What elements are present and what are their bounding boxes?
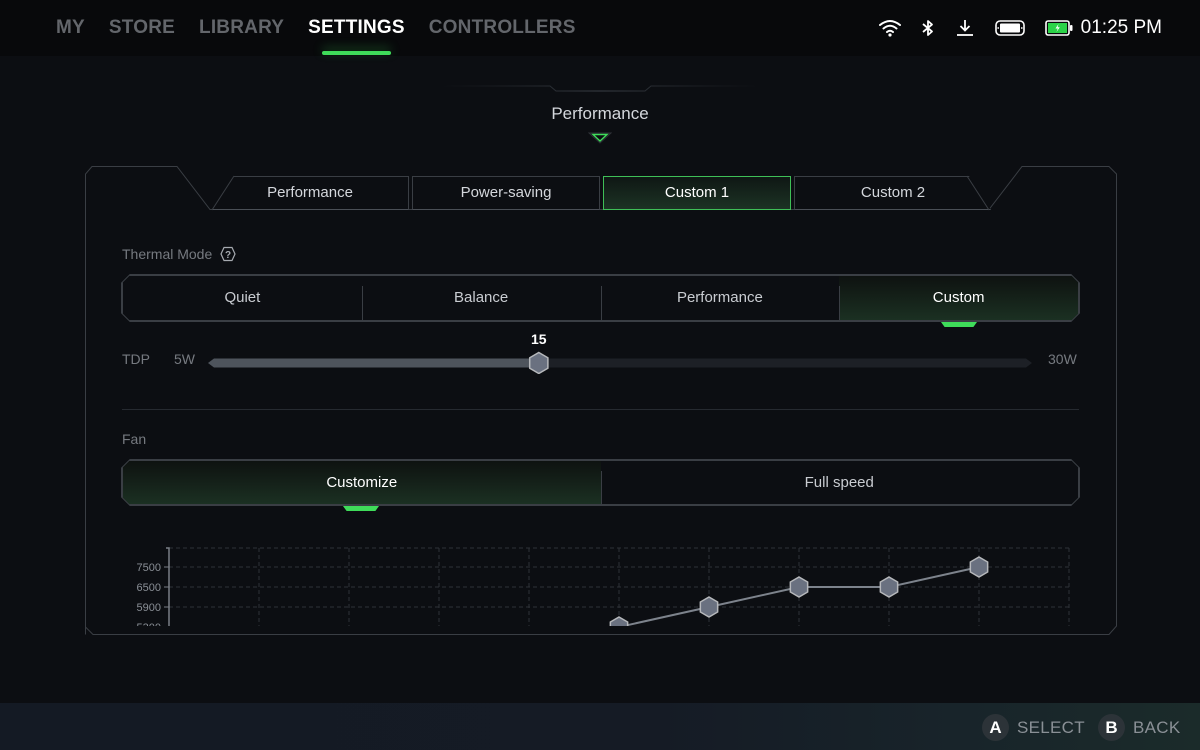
tab-performance[interactable]: Performance — [212, 176, 409, 210]
fan-mode-selector: Customize Full speed — [122, 460, 1079, 505]
section-title: Performance — [551, 104, 649, 123]
fan-curve-chart: 7500 6500 5900 5300 — [110, 540, 1080, 626]
fan-curve-point — [879, 576, 899, 598]
clock: 01:25 PM — [1080, 17, 1162, 38]
tab-power-saving[interactable]: Power-saving — [412, 176, 600, 210]
thermal-option-quiet[interactable]: Quiet — [123, 276, 362, 320]
tdp-label: TDP — [122, 351, 150, 367]
b-button-icon: B — [1098, 714, 1125, 741]
fan-curve-svg: 7500 6500 5900 5300 — [137, 547, 1070, 626]
y-tick-label: 7500 — [137, 562, 161, 574]
select-hint[interactable]: A SELECT — [982, 714, 1085, 741]
bottom-hint-bar: A SELECT B BACK — [0, 703, 1200, 750]
thermal-option-custom[interactable]: Custom — [839, 276, 1078, 320]
tdp-slider-thumb — [528, 351, 549, 374]
tdp-max-label: 30W — [1048, 351, 1077, 367]
tdp-value-label: 15 — [531, 331, 547, 347]
main-nav: MY STORE LIBRARY SETTINGS CONTROLLERS — [56, 14, 600, 55]
thermal-mode-label-row: Thermal Mode ? — [122, 246, 236, 262]
thermal-mode-selector: Quiet Balance Performance Custom — [122, 275, 1079, 321]
tdp-slider-fill — [208, 358, 539, 368]
fan-curve-point — [609, 616, 629, 626]
nav-item-store[interactable]: STORE — [109, 14, 175, 44]
battery-charging-icon — [1044, 20, 1073, 36]
fan-option-customize[interactable]: Customize — [123, 461, 601, 504]
svg-text:?: ? — [225, 250, 231, 261]
y-tick-label: 6500 — [137, 582, 161, 594]
back-hint-label: BACK — [1133, 717, 1181, 737]
section-header: Performance — [0, 84, 1200, 144]
thermal-active-indicator — [941, 322, 977, 327]
section-divider — [122, 409, 1079, 410]
controller-battery-icon — [994, 19, 1025, 37]
back-hint[interactable]: B BACK — [1098, 714, 1181, 741]
tdp-min-label: 5W — [174, 351, 195, 367]
fan-label: Fan — [122, 431, 147, 447]
top-bar: MY STORE LIBRARY SETTINGS CONTROLLERS 01… — [0, 0, 1200, 56]
y-tick-label: 5900 — [137, 602, 161, 614]
tab-custom-1[interactable]: Custom 1 — [603, 176, 791, 210]
fan-option-full-speed[interactable]: Full speed — [601, 461, 1079, 504]
thermal-option-performance[interactable]: Performance — [601, 276, 840, 320]
section-dropdown-indicator-icon[interactable] — [588, 132, 612, 144]
fan-curve-point — [969, 556, 989, 578]
download-icon — [955, 19, 975, 37]
a-button-icon: A — [982, 714, 1009, 741]
tab-custom-2[interactable]: Custom 2 — [794, 176, 991, 210]
tdp-slider[interactable]: 15 — [208, 331, 1032, 374]
fan-curve-point — [699, 596, 719, 618]
select-hint-label: SELECT — [1017, 717, 1085, 737]
help-icon[interactable]: ? — [220, 246, 236, 262]
thermal-option-balance[interactable]: Balance — [362, 276, 601, 320]
nav-item-controllers[interactable]: CONTROLLERS — [429, 14, 576, 44]
nav-item-library[interactable]: LIBRARY — [199, 14, 284, 44]
nav-item-my[interactable]: MY — [56, 14, 85, 44]
y-tick-label: 5300 — [137, 622, 161, 626]
thermal-mode-label: Thermal Mode — [122, 246, 213, 262]
bluetooth-icon — [921, 19, 935, 37]
status-area: 01:25 PM — [859, 14, 1162, 42]
wifi-icon — [878, 19, 901, 37]
profile-tabs: Performance Power-saving Custom 1 Custom… — [212, 176, 994, 210]
fan-curve-point — [789, 576, 809, 598]
nav-item-settings[interactable]: SETTINGS — [308, 14, 405, 55]
fan-active-indicator — [343, 506, 379, 511]
